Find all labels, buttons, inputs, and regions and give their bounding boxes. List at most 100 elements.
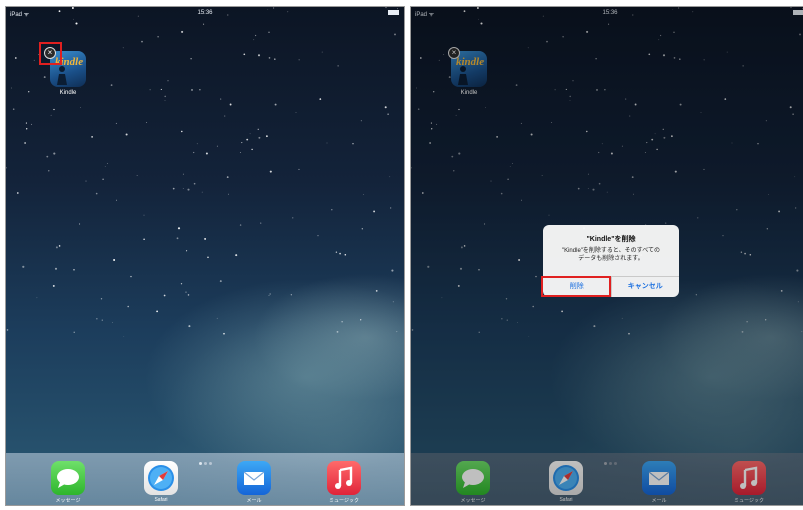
- star: [123, 336, 125, 337]
- dock-label: ミュージック: [329, 498, 359, 504]
- star: [141, 40, 143, 43]
- star: [207, 256, 209, 259]
- dock-app-messages[interactable]: メッセージ: [48, 461, 88, 504]
- alert-title: "Kindle"を削除: [586, 236, 636, 243]
- star: [79, 223, 81, 225]
- star: [387, 113, 389, 115]
- highlight-box-delete-badge: [39, 42, 62, 65]
- star: [167, 80, 169, 82]
- star: [216, 145, 218, 147]
- star: [6, 329, 9, 331]
- star: [341, 321, 343, 323]
- star: [331, 208, 333, 211]
- star: [187, 188, 190, 191]
- star: [229, 103, 232, 106]
- star: [73, 18, 74, 20]
- star: [190, 58, 192, 60]
- status-bar: iPad ᯤ 15:36: [6, 7, 404, 19]
- star: [156, 310, 159, 313]
- star: [193, 151, 195, 154]
- star: [254, 34, 257, 37]
- star: [335, 251, 338, 253]
- star: [373, 210, 376, 213]
- star: [80, 106, 81, 108]
- dock: メッセージ Safari メール ミュージック: [6, 453, 404, 505]
- star: [394, 33, 396, 36]
- star: [268, 294, 270, 296]
- star: [127, 305, 129, 308]
- star: [91, 136, 93, 138]
- star: [384, 106, 387, 109]
- star: [48, 170, 50, 172]
- star: [164, 95, 166, 98]
- cancel-button[interactable]: キャンセル: [610, 277, 680, 297]
- kindle-app-label: Kindle: [59, 90, 77, 96]
- star: [107, 163, 108, 164]
- star: [246, 138, 249, 141]
- star: [290, 294, 292, 296]
- star: [204, 237, 207, 240]
- star: [100, 298, 103, 300]
- star: [257, 54, 261, 57]
- star: [193, 182, 196, 185]
- star: [266, 135, 268, 138]
- star: [389, 176, 391, 178]
- star: [239, 152, 241, 153]
- star: [339, 252, 341, 255]
- star: [191, 88, 193, 91]
- star: [112, 322, 114, 323]
- star: [164, 100, 166, 101]
- ipad-screen-editing: iPad ᯤ 15:36 kindle Kindle × メッセージ Safar…: [5, 6, 405, 506]
- star: [188, 325, 191, 328]
- star: [160, 88, 162, 90]
- star: [46, 155, 49, 158]
- battery-icon: [388, 10, 399, 15]
- star: [26, 128, 28, 130]
- star: [95, 192, 98, 195]
- star: [25, 122, 27, 124]
- star: [205, 152, 208, 155]
- star: [58, 245, 61, 247]
- star: [172, 187, 175, 190]
- star: [235, 254, 238, 257]
- star: [396, 331, 398, 333]
- star: [269, 170, 272, 173]
- star: [122, 47, 124, 49]
- star: [243, 53, 246, 56]
- dock-label: メール: [246, 498, 262, 504]
- music-icon: [327, 461, 361, 495]
- star: [85, 180, 87, 182]
- dock-app-mail[interactable]: メール: [234, 461, 274, 504]
- star: [337, 65, 339, 67]
- dock-app-music[interactable]: ミュージック: [324, 461, 364, 504]
- star: [260, 222, 262, 224]
- star: [186, 250, 188, 252]
- kindle-reader-figure-icon: [57, 66, 67, 85]
- star: [110, 84, 113, 86]
- star: [274, 58, 276, 60]
- star: [24, 142, 26, 144]
- star: [73, 268, 75, 271]
- star: [143, 238, 145, 240]
- star: [176, 237, 179, 240]
- star: [130, 275, 132, 278]
- star: [298, 59, 300, 61]
- star: [216, 317, 218, 319]
- star: [203, 23, 205, 25]
- star: [239, 224, 242, 226]
- dock-app-safari[interactable]: Safari: [141, 461, 181, 503]
- star: [96, 318, 98, 320]
- star: [55, 246, 58, 249]
- highlight-box-delete-button: [541, 276, 611, 297]
- star: [390, 207, 392, 209]
- star: [11, 87, 12, 89]
- star: [36, 297, 38, 299]
- star: [53, 152, 56, 155]
- star: [257, 128, 259, 130]
- star: [12, 108, 15, 110]
- star: [253, 39, 255, 41]
- star: [352, 143, 354, 145]
- status-time: 15:36: [197, 10, 213, 16]
- star: [344, 254, 347, 256]
- star: [54, 267, 58, 270]
